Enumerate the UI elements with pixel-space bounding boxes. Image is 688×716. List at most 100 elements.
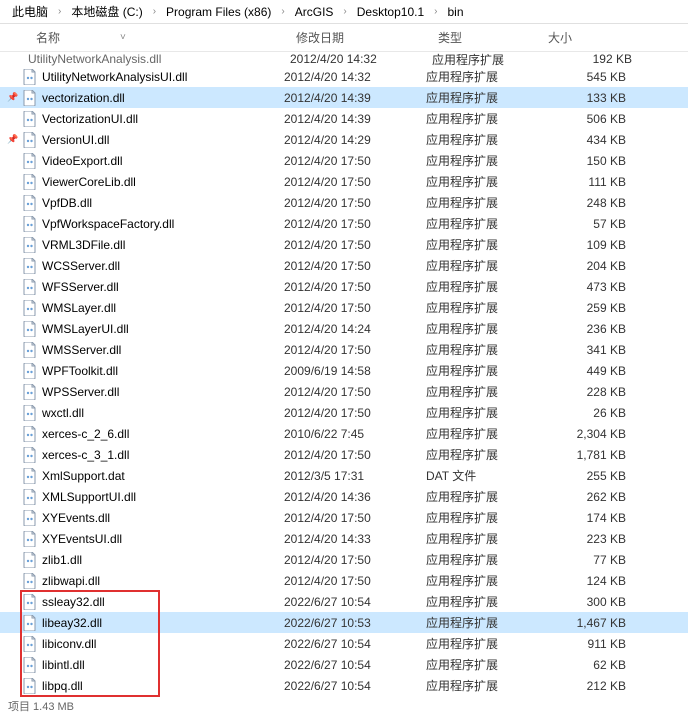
file-type: 应用程序扩展	[426, 152, 536, 169]
file-row[interactable]: xerces-c_2_6.dll2010/6/22 7:45应用程序扩展2,30…	[0, 423, 688, 444]
file-row[interactable]: WCSServer.dll2012/4/20 17:50应用程序扩展204 KB	[0, 255, 688, 276]
file-size: 192 KB	[542, 52, 632, 66]
file-row[interactable]: VpfWorkspaceFactory.dll2012/4/20 17:50应用…	[0, 213, 688, 234]
file-row[interactable]: libpq.dll2022/6/27 10:54应用程序扩展212 KB	[0, 675, 688, 696]
file-name-cell: libpq.dll	[22, 678, 284, 694]
file-date: 2022/6/27 10:54	[284, 637, 426, 651]
breadcrumb-segment[interactable]: 此电脑	[8, 3, 52, 20]
file-type: 应用程序扩展	[426, 173, 536, 190]
file-name-cell: libintl.dll	[22, 657, 284, 673]
file-row[interactable]: WMSLayer.dll2012/4/20 17:50应用程序扩展259 KB	[0, 297, 688, 318]
file-date: 2022/6/27 10:54	[284, 595, 426, 609]
file-row[interactable]: XmlSupport.dat2012/3/5 17:31DAT 文件255 KB	[0, 465, 688, 486]
file-icon	[22, 615, 38, 631]
file-row[interactable]: ViewerCoreLib.dll2012/4/20 17:50应用程序扩展11…	[0, 171, 688, 192]
column-size[interactable]: 大小	[540, 29, 640, 46]
file-row[interactable]: VectorizationUI.dll2012/4/20 14:39应用程序扩展…	[0, 108, 688, 129]
file-icon	[22, 321, 38, 337]
file-row[interactable]: XYEvents.dll2012/4/20 17:50应用程序扩展174 KB	[0, 507, 688, 528]
file-row[interactable]: libeay32.dll2022/6/27 10:53应用程序扩展1,467 K…	[0, 612, 688, 633]
file-list[interactable]: UtilityNetworkAnalysisUI.dll2012/4/20 14…	[0, 66, 688, 696]
file-name: XmlSupport.dat	[42, 469, 125, 483]
file-date: 2012/4/20 17:50	[284, 448, 426, 462]
breadcrumb[interactable]: 此电脑›本地磁盘 (C:)›Program Files (x86)›ArcGIS…	[0, 0, 688, 24]
file-size: 111 KB	[536, 175, 626, 189]
column-type[interactable]: 类型	[430, 29, 540, 46]
file-row[interactable]: UtilityNetworkAnalysisUI.dll2012/4/20 14…	[0, 66, 688, 87]
file-date: 2012/4/20 14:39	[284, 91, 426, 105]
file-row[interactable]: ssleay32.dll2022/6/27 10:54应用程序扩展300 KB	[0, 591, 688, 612]
pin-icon: 📌	[4, 92, 22, 103]
file-row[interactable]: 📌VersionUI.dll2012/4/20 14:29应用程序扩展434 K…	[0, 129, 688, 150]
file-icon	[22, 636, 38, 652]
file-type: 应用程序扩展	[426, 425, 536, 442]
file-type: 应用程序扩展	[426, 131, 536, 148]
file-size: 341 KB	[536, 343, 626, 357]
file-icon	[22, 468, 38, 484]
file-row[interactable]: libintl.dll2022/6/27 10:54应用程序扩展62 KB	[0, 654, 688, 675]
file-row[interactable]: libiconv.dll2022/6/27 10:54应用程序扩展911 KB	[0, 633, 688, 654]
file-date: 2012/4/20 17:50	[284, 385, 426, 399]
file-date: 2012/4/20 17:50	[284, 553, 426, 567]
file-icon	[22, 90, 38, 106]
file-icon	[22, 279, 38, 295]
file-icon	[22, 573, 38, 589]
file-icon	[22, 153, 38, 169]
file-name: libpq.dll	[42, 679, 83, 693]
file-date: 2012/4/20 17:50	[284, 154, 426, 168]
file-row[interactable]: WFSServer.dll2012/4/20 17:50应用程序扩展473 KB	[0, 276, 688, 297]
file-type: 应用程序扩展	[426, 635, 536, 652]
file-size: 434 KB	[536, 133, 626, 147]
file-name: ViewerCoreLib.dll	[42, 175, 136, 189]
file-name-cell: WMSLayer.dll	[22, 300, 284, 316]
file-row[interactable]: XYEventsUI.dll2012/4/20 14:33应用程序扩展223 K…	[0, 528, 688, 549]
file-icon	[22, 237, 38, 253]
file-name: WFSServer.dll	[42, 280, 119, 294]
file-name-cell: xerces-c_3_1.dll	[22, 447, 284, 463]
file-name-cell: WCSServer.dll	[22, 258, 284, 274]
file-name: WPSServer.dll	[42, 385, 119, 399]
file-type: 应用程序扩展	[426, 68, 536, 85]
breadcrumb-segment[interactable]: bin	[443, 5, 467, 19]
column-name[interactable]: 名称 ˅	[28, 29, 288, 46]
file-name-cell: VectorizationUI.dll	[22, 111, 284, 127]
file-name: libintl.dll	[42, 658, 85, 672]
file-name: wxctl.dll	[42, 406, 84, 420]
file-row[interactable]: WPFToolkit.dll2009/6/19 14:58应用程序扩展449 K…	[0, 360, 688, 381]
file-row[interactable]: 📌vectorization.dll2012/4/20 14:39应用程序扩展1…	[0, 87, 688, 108]
breadcrumb-segment[interactable]: 本地磁盘 (C:)	[67, 3, 146, 20]
file-date: 2012/4/20 14:33	[284, 532, 426, 546]
file-type: 应用程序扩展	[426, 110, 536, 127]
file-name: libeay32.dll	[42, 616, 102, 630]
breadcrumb-segment[interactable]: Desktop10.1	[353, 5, 428, 19]
file-row[interactable]: VRML3DFile.dll2012/4/20 17:50应用程序扩展109 K…	[0, 234, 688, 255]
file-row[interactable]: XMLSupportUI.dll2012/4/20 14:36应用程序扩展262…	[0, 486, 688, 507]
file-icon	[22, 132, 38, 148]
column-date[interactable]: 修改日期	[288, 29, 430, 46]
status-bar: 项目 1.43 MB	[0, 696, 688, 716]
file-size: 255 KB	[536, 469, 626, 483]
file-icon	[22, 405, 38, 421]
file-name: XYEventsUI.dll	[42, 532, 122, 546]
file-row[interactable]: WMSLayerUI.dll2012/4/20 14:24应用程序扩展236 K…	[0, 318, 688, 339]
file-date: 2012/4/20 17:50	[284, 259, 426, 273]
file-row[interactable]: zlibwapi.dll2012/4/20 17:50应用程序扩展124 KB	[0, 570, 688, 591]
file-type: DAT 文件	[426, 467, 536, 484]
file-row[interactable]: WMSServer.dll2012/4/20 17:50应用程序扩展341 KB	[0, 339, 688, 360]
file-row[interactable]: WPSServer.dll2012/4/20 17:50应用程序扩展228 KB	[0, 381, 688, 402]
file-row[interactable]: VideoExport.dll2012/4/20 17:50应用程序扩展150 …	[0, 150, 688, 171]
file-name: XMLSupportUI.dll	[42, 490, 136, 504]
file-size: 449 KB	[536, 364, 626, 378]
file-name: zlib1.dll	[42, 553, 82, 567]
breadcrumb-segment[interactable]: ArcGIS	[291, 5, 338, 19]
file-row[interactable]: xerces-c_3_1.dll2012/4/20 17:50应用程序扩展1,7…	[0, 444, 688, 465]
file-icon	[22, 300, 38, 316]
file-row[interactable]: VpfDB.dll2012/4/20 17:50应用程序扩展248 KB	[0, 192, 688, 213]
file-name-cell: libeay32.dll	[22, 615, 284, 631]
file-row[interactable]: wxctl.dll2012/4/20 17:50应用程序扩展26 KB	[0, 402, 688, 423]
file-row[interactable]: zlib1.dll2012/4/20 17:50应用程序扩展77 KB	[0, 549, 688, 570]
breadcrumb-segment[interactable]: Program Files (x86)	[162, 5, 275, 19]
file-size: 259 KB	[536, 301, 626, 315]
file-size: 911 KB	[536, 637, 626, 651]
file-type: 应用程序扩展	[426, 320, 536, 337]
